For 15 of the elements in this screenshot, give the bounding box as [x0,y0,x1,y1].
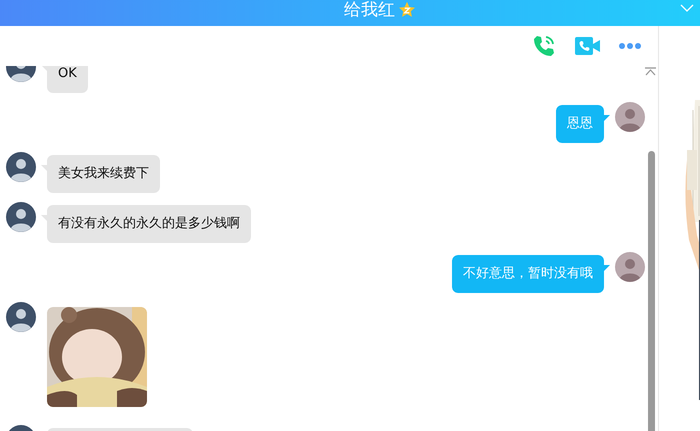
message-bubble: 有没有永久的永久的是多少钱啊 [41,205,251,243]
avatar[interactable] [6,152,36,182]
avatar[interactable] [615,102,645,132]
star-icon [398,1,416,19]
avatar[interactable] [615,252,645,282]
message-bubble: 不好意思，暂时没有哦 [452,255,610,293]
scroll-top-icon[interactable] [645,67,656,76]
message-bubble: 美女我来续费下 [41,155,160,193]
more-icon[interactable] [619,43,641,49]
avatar[interactable] [6,302,36,332]
message-bubble: OK [41,66,88,93]
message-bubble: 恩恩 [556,105,610,143]
window-title: 给我红 [344,0,395,22]
avatar[interactable] [6,202,36,232]
scrollbar[interactable] [648,151,655,431]
